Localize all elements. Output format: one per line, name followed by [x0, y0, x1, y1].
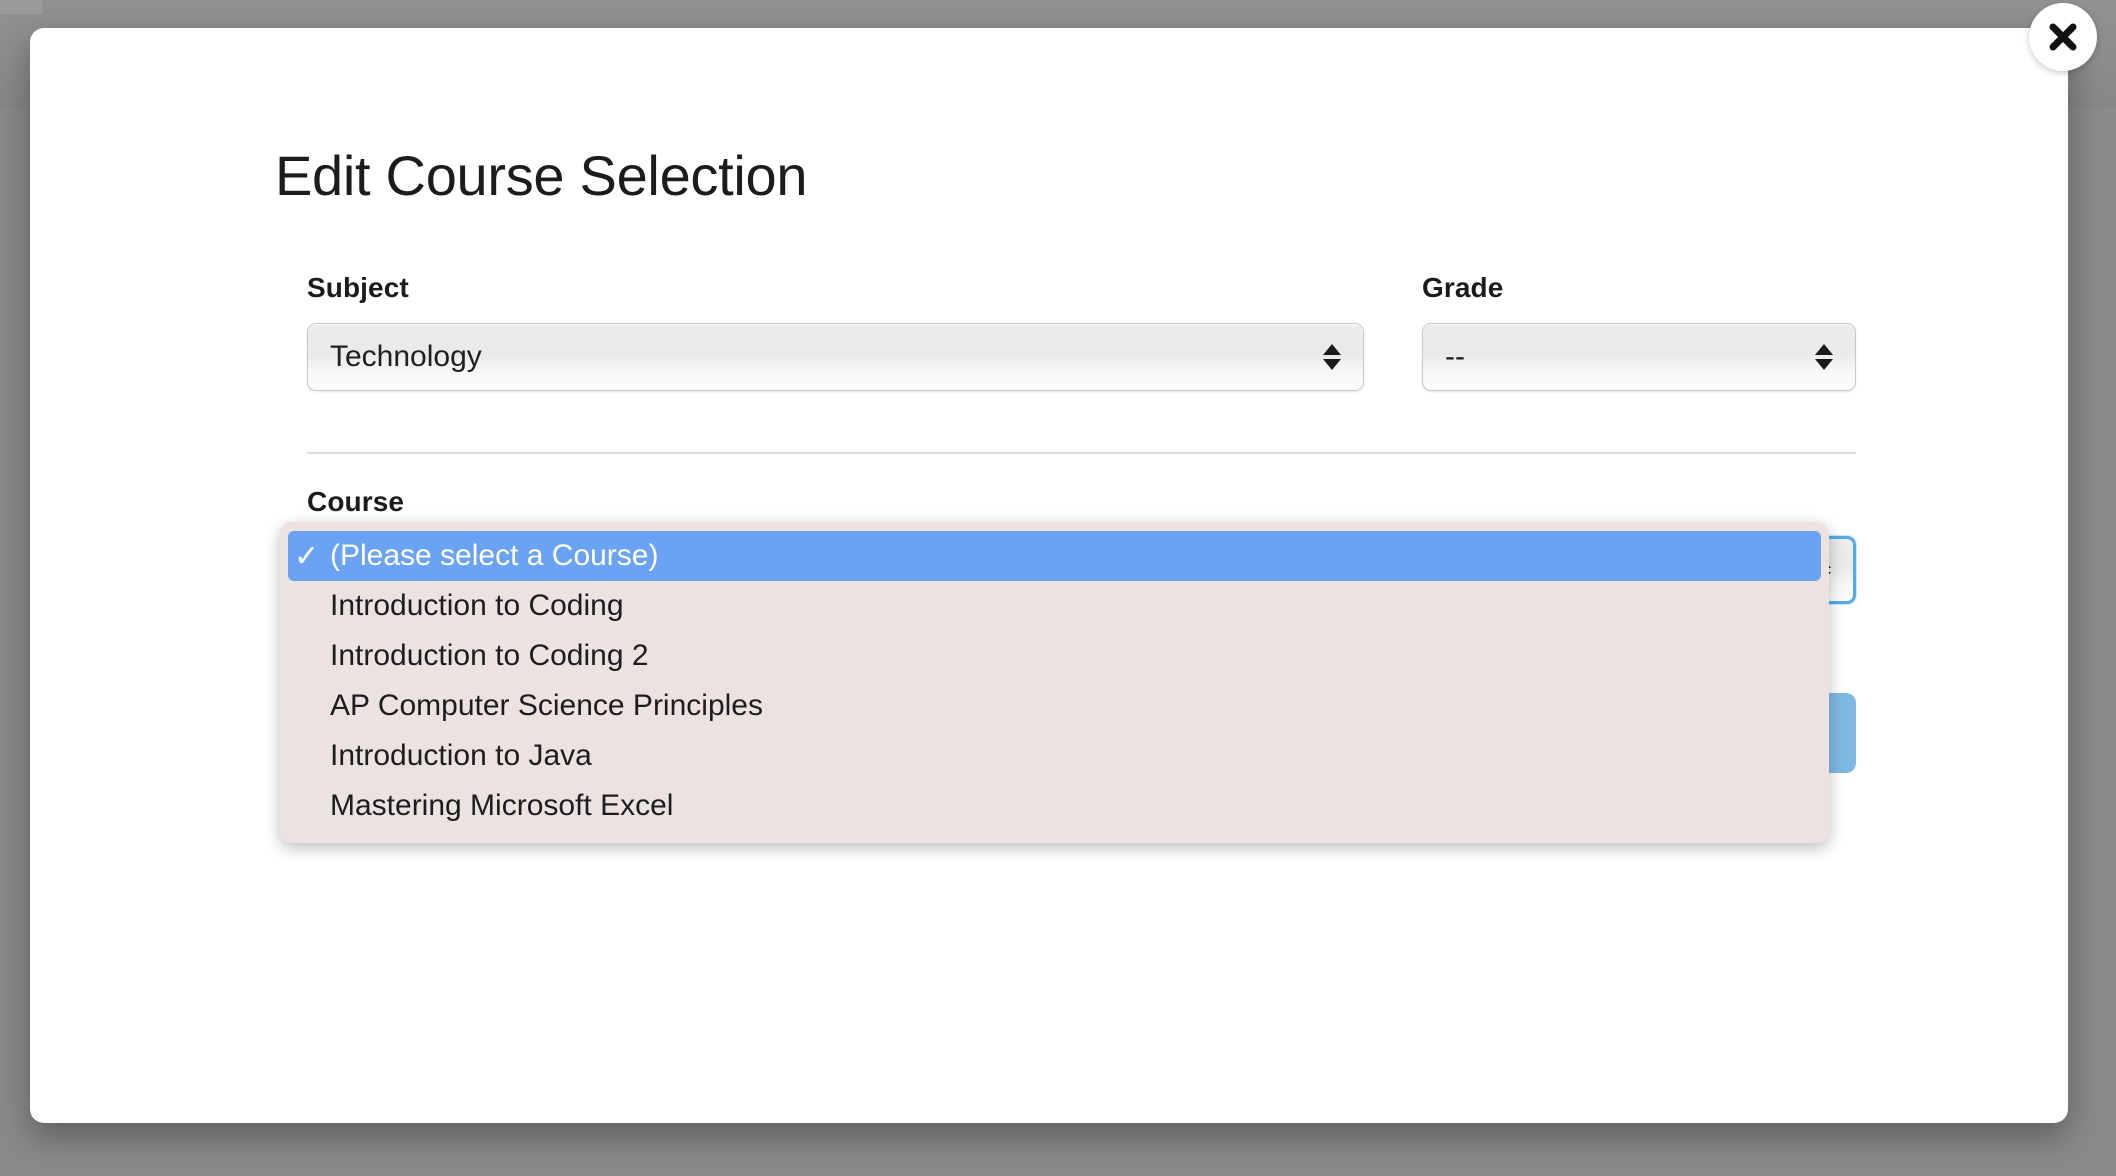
- dropdown-option-label: Introduction to Java: [330, 739, 592, 772]
- grade-label: Grade: [1422, 272, 1504, 303]
- subject-select[interactable]: Technology: [307, 323, 1364, 391]
- checkmark-icon: ✓: [294, 539, 320, 573]
- grade-select-value: --: [1445, 340, 1465, 373]
- grade-select[interactable]: --: [1422, 323, 1856, 391]
- subject-select-value: Technology: [330, 340, 482, 373]
- dropdown-option[interactable]: Introduction to Coding: [280, 581, 1829, 631]
- dropdown-option[interactable]: Introduction to Java: [280, 731, 1829, 781]
- dropdown-option-label: Introduction to Coding 2: [330, 639, 649, 672]
- subject-label: Subject: [307, 272, 409, 303]
- course-label: Course: [307, 486, 405, 517]
- course-dropdown-popup[interactable]: ✓ (Please select a Course) Introduction to…: [280, 522, 1829, 843]
- page-title: Edit Course Selection: [275, 144, 808, 207]
- close-x-icon: [2049, 23, 2077, 51]
- dropdown-option[interactable]: Mastering Microsoft Excel: [280, 781, 1829, 831]
- up-down-stepper-icon[interactable]: [1801, 344, 1847, 370]
- dropdown-option[interactable]: AP Computer Science Principles: [280, 681, 1829, 731]
- up-down-stepper-icon[interactable]: [1309, 344, 1355, 370]
- dropdown-option-label: AP Computer Science Principles: [330, 689, 763, 722]
- close-button[interactable]: [2029, 3, 2097, 71]
- dropdown-option[interactable]: Introduction to Coding 2: [280, 631, 1829, 681]
- dropdown-option[interactable]: ✓ (Please select a Course): [288, 531, 1821, 581]
- dropdown-option-label: Introduction to Coding: [330, 589, 624, 622]
- backdrop-top-band: [0, 0, 42, 14]
- dropdown-option-label: (Please select a Course): [330, 539, 659, 572]
- section-divider: [307, 452, 1856, 454]
- edit-course-selection-modal: Edit Course Selection Subject Technology…: [30, 28, 2068, 1123]
- dropdown-option-label: Mastering Microsoft Excel: [330, 789, 674, 822]
